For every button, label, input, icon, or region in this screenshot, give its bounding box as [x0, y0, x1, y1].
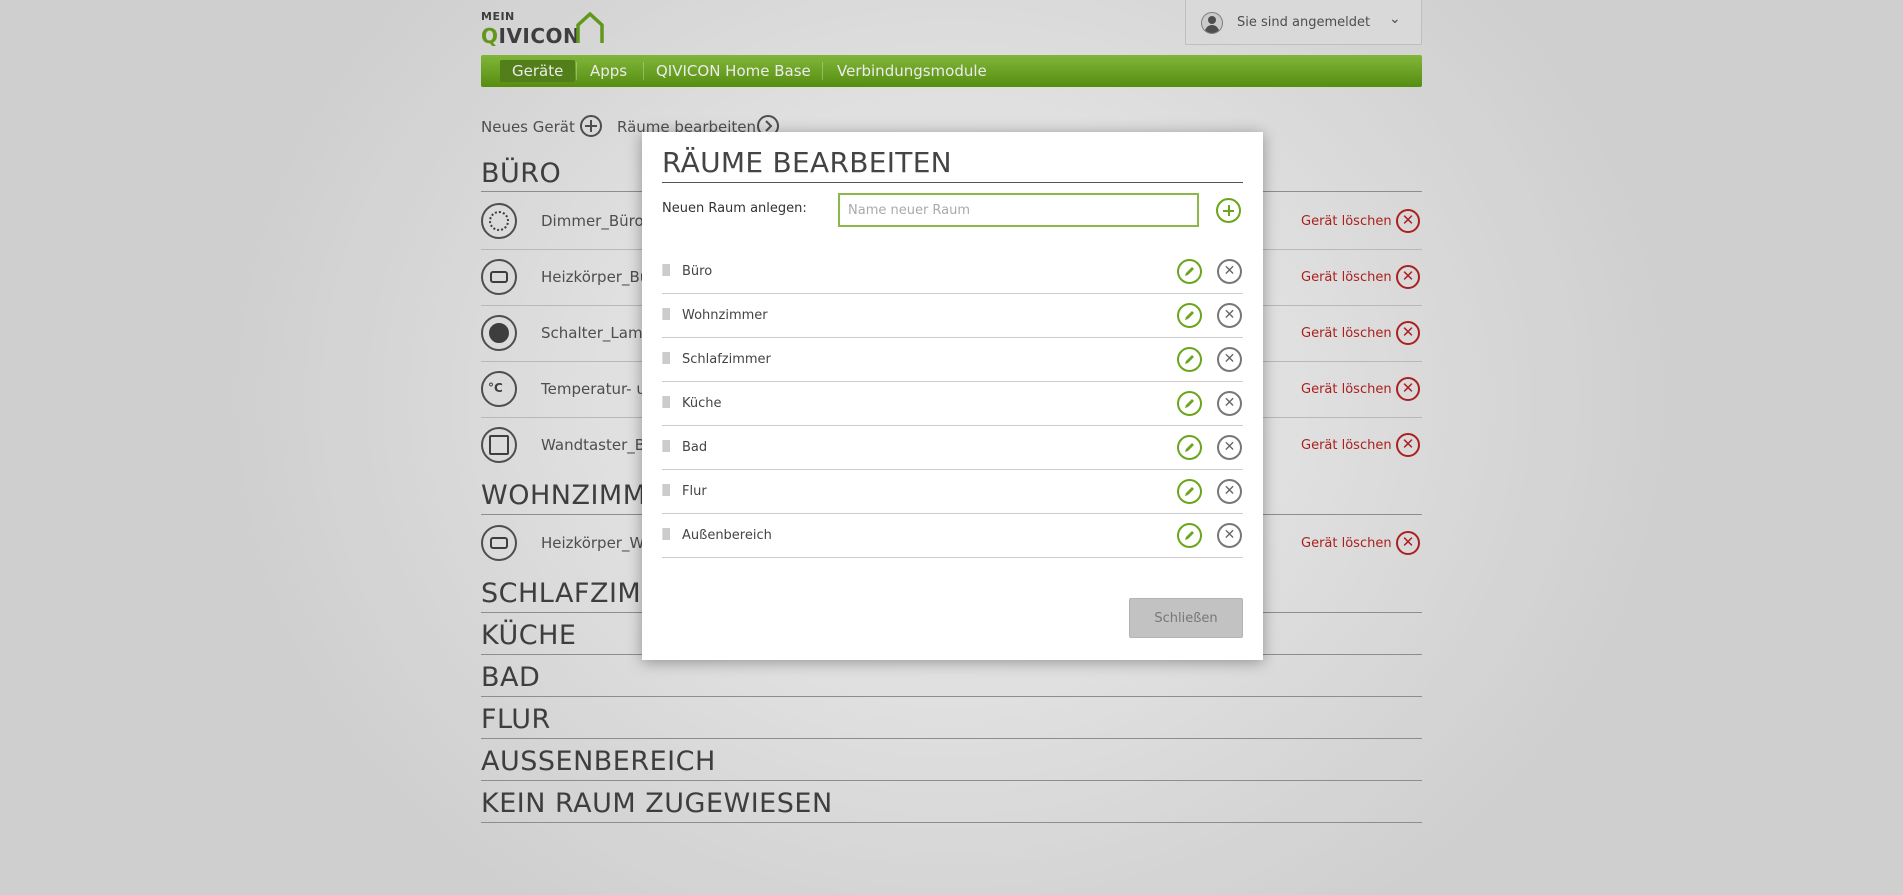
- edit-pencil-icon[interactable]: [1177, 259, 1202, 284]
- room-list-item: Schlafzimmer ✕: [662, 338, 1243, 382]
- room-name: Schlafzimmer: [682, 352, 771, 367]
- room-name: Büro: [682, 264, 713, 279]
- drag-handle-icon[interactable]: [662, 352, 670, 364]
- room-name: Küche: [682, 396, 722, 411]
- room-name: Wohnzimmer: [682, 308, 768, 323]
- room-list-item: Wohnzimmer ✕: [662, 294, 1243, 338]
- remove-x-icon[interactable]: ✕: [1217, 391, 1242, 416]
- drag-handle-icon[interactable]: [662, 264, 670, 276]
- room-list-item: Außenbereich ✕: [662, 514, 1243, 558]
- edit-pencil-icon[interactable]: [1177, 347, 1202, 372]
- edit-pencil-icon[interactable]: [1177, 303, 1202, 328]
- close-button[interactable]: Schließen: [1129, 598, 1243, 638]
- room-name: Bad: [682, 440, 708, 455]
- remove-x-icon[interactable]: ✕: [1217, 303, 1242, 328]
- edit-pencil-icon[interactable]: [1177, 479, 1202, 504]
- drag-handle-icon[interactable]: [662, 528, 670, 540]
- dialog-title-rule: [662, 182, 1243, 183]
- add-room-plus-icon[interactable]: [1216, 198, 1241, 223]
- drag-handle-icon[interactable]: [662, 396, 670, 408]
- remove-x-icon[interactable]: ✕: [1217, 347, 1242, 372]
- remove-x-icon[interactable]: ✕: [1217, 523, 1242, 548]
- room-list-item: Flur ✕: [662, 470, 1243, 514]
- edit-pencil-icon[interactable]: [1177, 435, 1202, 460]
- room-list-item: Büro ✕: [662, 250, 1243, 294]
- new-room-label: Neuen Raum anlegen:: [662, 201, 807, 216]
- remove-x-icon[interactable]: ✕: [1217, 479, 1242, 504]
- remove-x-icon[interactable]: ✕: [1217, 435, 1242, 460]
- room-name: Flur: [682, 484, 707, 499]
- new-room-input[interactable]: [838, 193, 1199, 227]
- edit-pencil-icon[interactable]: [1177, 523, 1202, 548]
- drag-handle-icon[interactable]: [662, 440, 670, 452]
- remove-x-icon[interactable]: ✕: [1217, 259, 1242, 284]
- edit-rooms-dialog: RÄUME BEARBEITEN Neuen Raum anlegen: Bür…: [642, 132, 1263, 660]
- room-list-item: Bad ✕: [662, 426, 1243, 470]
- dialog-title: RÄUME BEARBEITEN: [662, 146, 952, 179]
- room-list: Büro ✕ Wohnzimmer ✕ Schlafzimmer ✕ Küche…: [662, 250, 1243, 558]
- drag-handle-icon[interactable]: [662, 484, 670, 496]
- room-name: Außenbereich: [682, 528, 772, 543]
- room-list-item: Küche ✕: [662, 382, 1243, 426]
- drag-handle-icon[interactable]: [662, 308, 670, 320]
- edit-pencil-icon[interactable]: [1177, 391, 1202, 416]
